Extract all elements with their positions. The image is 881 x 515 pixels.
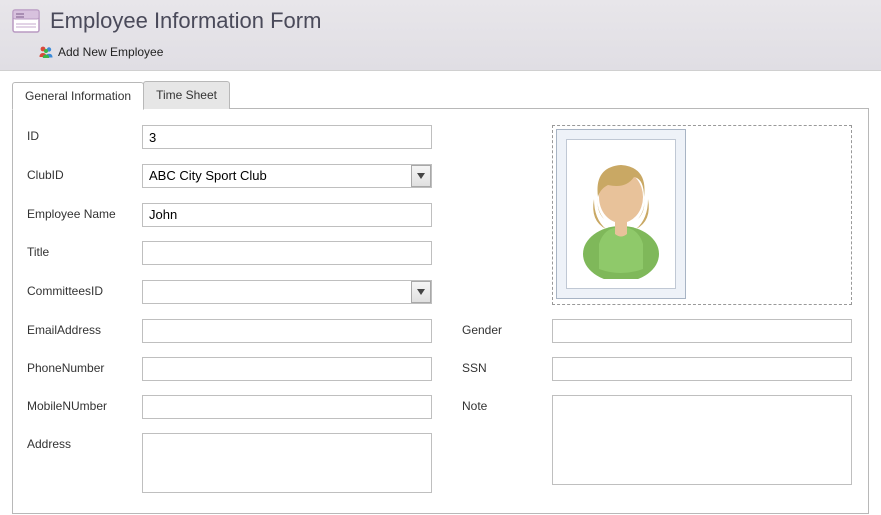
add-new-employee-button[interactable]: Add New Employee — [36, 42, 165, 62]
clubid-field[interactable] — [142, 164, 432, 188]
tab-general-information[interactable]: General Information — [12, 82, 144, 110]
committeesid-dropdown-button[interactable] — [411, 281, 431, 303]
label-phonenumber: PhoneNumber — [27, 357, 142, 375]
photo-container[interactable] — [552, 125, 852, 305]
general-information-panel: ID — [12, 108, 869, 514]
people-icon — [38, 44, 54, 60]
toolbar: Add New Employee — [12, 40, 869, 62]
label-id: ID — [27, 125, 142, 143]
page-title: Employee Information Form — [50, 8, 321, 34]
gender-field[interactable] — [552, 319, 852, 343]
ssn-field[interactable] — [552, 357, 852, 381]
label-note: Note — [462, 395, 552, 413]
avatar-icon — [574, 149, 669, 279]
title-field[interactable] — [142, 241, 432, 265]
tab-strip: General Information Time Sheet — [12, 81, 869, 109]
photo-frame — [556, 129, 686, 299]
add-new-employee-label: Add New Employee — [58, 45, 163, 59]
emailaddress-field[interactable] — [142, 319, 432, 343]
clubid-dropdown-button[interactable] — [411, 165, 431, 187]
form-header: Employee Information Form Add New Employ… — [0, 0, 881, 71]
committeesid-field[interactable] — [142, 280, 432, 304]
label-mobilenumber: MobileNUmber — [27, 395, 142, 413]
label-title: Title — [27, 241, 142, 259]
label-employee-name: Employee Name — [27, 203, 142, 221]
label-committeesid: CommitteesID — [27, 280, 142, 298]
phonenumber-field[interactable] — [142, 357, 432, 381]
label-emailaddress: EmailAddress — [27, 319, 142, 337]
label-clubid: ClubID — [27, 164, 142, 182]
note-field[interactable] — [552, 395, 852, 485]
label-address: Address — [27, 433, 142, 451]
mobilenumber-field[interactable] — [142, 395, 432, 419]
address-field[interactable] — [142, 433, 432, 493]
tab-time-sheet[interactable]: Time Sheet — [143, 81, 230, 109]
form-icon — [12, 9, 40, 33]
label-gender: Gender — [462, 319, 552, 337]
employee-name-field[interactable] — [142, 203, 432, 227]
label-ssn: SSN — [462, 357, 552, 375]
id-field[interactable] — [142, 125, 432, 149]
